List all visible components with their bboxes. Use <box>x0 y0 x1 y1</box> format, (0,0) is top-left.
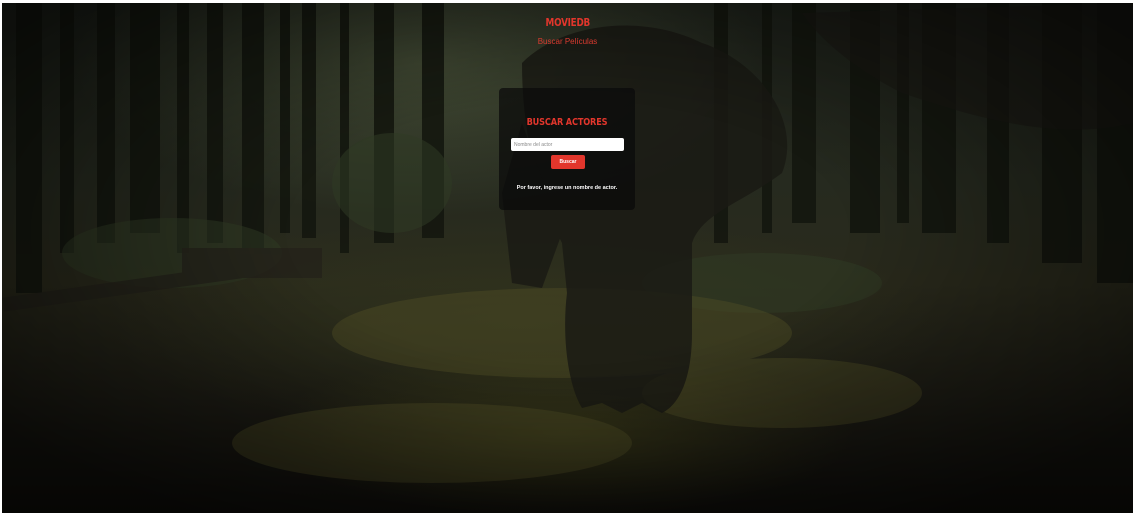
actor-search-card: BUSCAR ACTORES Buscar Por favor, ingrese… <box>499 88 635 210</box>
site-header: MOVIEDB <box>0 13 1135 31</box>
actor-name-input[interactable] <box>511 138 624 151</box>
main-nav: Buscar Películas <box>0 37 1135 46</box>
card-title: BUSCAR ACTORES <box>526 117 608 128</box>
search-button[interactable]: Buscar <box>551 155 585 169</box>
page-frame: MOVIEDB Buscar Películas BUSCAR ACTORES … <box>0 0 1135 516</box>
background-overlay <box>2 3 1133 513</box>
nav-link-buscar-peliculas[interactable]: Buscar Películas <box>538 37 598 46</box>
brand-logo[interactable]: MOVIEDB <box>545 16 590 29</box>
background-image <box>2 3 1133 513</box>
validation-message: Por favor, ingrese un nombre de actor. <box>516 185 618 191</box>
